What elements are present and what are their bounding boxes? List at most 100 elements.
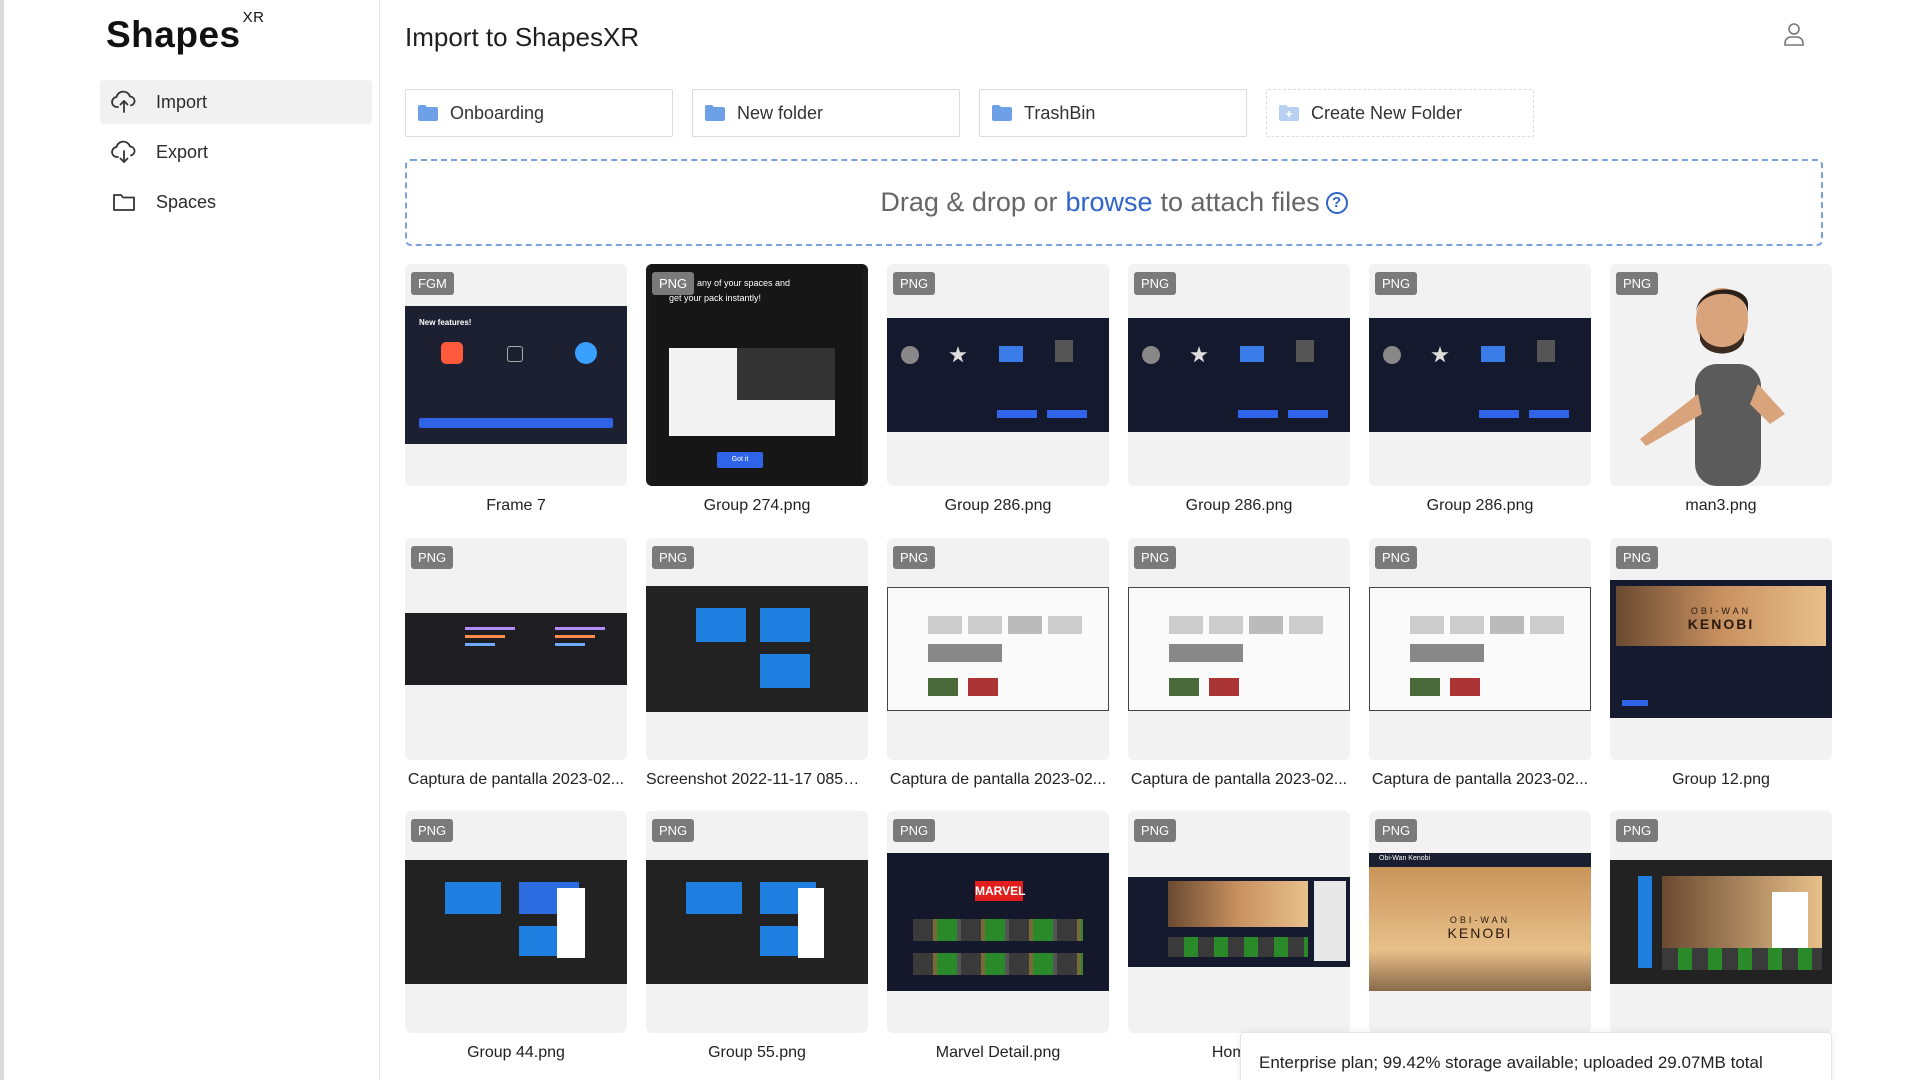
file-name: Captura de pantalla 2023-02... [889,771,1107,788]
file-thumbnail: FGM New features! [405,264,627,486]
create-new-folder-button[interactable]: Create New Folder [1266,89,1534,137]
file-name: Group 274.png [703,497,811,514]
folder-label: New folder [737,102,824,123]
file-type-badge: PNG [411,819,454,842]
file-thumbnail: PNG [1610,264,1832,486]
file-type-badge: PNG [1134,819,1177,842]
folder-plus-icon [1279,105,1299,121]
sidebar: Shapes XR Import Export Spaces [0,0,380,1080]
thumbnail-image: OBI-WAN KENOBI [1610,580,1832,718]
folder-trashbin[interactable]: TrashBin [979,89,1247,137]
thumbnail-text: Obi-Wan Kenobi [1379,855,1431,862]
file-card[interactable]: PNG any of your spaces and get your pack… [646,264,870,515]
folder-onboarding[interactable]: Onboarding [405,89,673,137]
folder-icon [992,105,1012,121]
file-card[interactable]: PNG Captura de pantalla 2023-02... [1369,538,1593,789]
file-type-badge: PNG [893,546,936,569]
file-name: Group 286.png [1426,497,1534,514]
cloud-download-icon [110,138,138,166]
user-icon[interactable] [1780,20,1808,48]
file-card[interactable]: PNG man3.png [1610,264,1834,515]
sidebar-item-label: Export [156,141,209,162]
file-name: Captura de pantalla 2023-02... [407,771,625,788]
file-thumbnail: PNG [1610,811,1832,1033]
app-logo[interactable]: Shapes XR [106,9,264,56]
file-card[interactable]: PNG Group 286.png [887,264,1111,515]
file-card[interactable]: PNG Captura de pantalla 2023-02... [405,538,629,789]
thumbnail-image: Obi-Wan Kenobi OBI-WAN KENOBI [1369,853,1591,991]
file-card[interactable]: PNG Group 55.png [646,811,870,1062]
browse-link[interactable]: browse [1065,187,1152,218]
file-card[interactable]: FGM New features! Frame 7 [405,264,629,515]
file-card[interactable]: PNG Captura de pantalla 2023-02... [1128,538,1352,789]
logo-text: Shapes [106,14,241,55]
file-thumbnail: PNG [1128,264,1350,486]
file-thumbnail: PNG [405,538,627,760]
sidebar-item-export[interactable]: Export [100,130,372,174]
file-name: Captura de pantalla 2023-02... [1130,771,1348,788]
file-thumbnail: PNG [1128,538,1350,760]
file-name: Group 44.png [467,1044,565,1061]
cloud-upload-icon [110,88,138,116]
file-card[interactable]: PNG Group 44.png [405,811,629,1062]
folder-icon [705,105,725,121]
folder-new-folder[interactable]: New folder [692,89,960,137]
thumbnail-image [887,587,1109,711]
file-type-badge: PNG [1375,272,1418,295]
file-card[interactable]: PNG OBI-WAN KENOBI Group 12.png [1610,538,1834,789]
file-card[interactable]: PNG Captura de pantalla 2023-02... [887,538,1111,789]
file-card[interactable]: PNG [1610,811,1834,1044]
thumbnail-image: New features! [405,306,627,444]
file-thumbnail: PNG [1128,811,1350,1033]
file-type-badge: PNG [652,819,695,842]
dropzone-text: Drag & drop or [880,187,1058,217]
thumbnail-image [405,860,627,984]
file-card[interactable]: PNG MARVEL Marvel Detail.png [887,811,1111,1062]
file-type-badge: PNG [652,272,695,295]
file-card[interactable]: PNG Obi-Wan Kenobi OBI-WAN KENOBI [1369,811,1593,1044]
file-type-badge: PNG [411,546,454,569]
file-type-badge: PNG [1616,546,1659,569]
file-type-badge: PNG [893,272,936,295]
thumbnail-text: Got it [717,452,763,468]
thumbnail-image [1128,587,1350,711]
file-thumbnail: PNG [1369,538,1591,760]
sidebar-item-label: Import [156,91,208,112]
folder-bar: Onboarding New folder TrashBin Create Ne… [405,89,1534,137]
file-card[interactable]: PNG Homevi [1128,811,1352,1062]
thumbnail-image: MARVEL [887,853,1109,991]
file-thumbnail: PNG [646,538,868,760]
thumbnail-image [887,318,1109,432]
app-root: Shapes XR Import Export Spaces Import to… [0,0,1920,1080]
file-dropzone[interactable]: Drag & drop or browse to attach files ? [405,159,1823,246]
sidebar-item-import[interactable]: Import [100,80,372,124]
thumbnail-image [646,586,868,712]
sidebar-item-spaces[interactable]: Spaces [100,180,372,224]
thumbnail-image [405,613,627,685]
file-thumbnail: PNG any of your spaces and get your pack… [646,264,868,486]
folder-label: Create New Folder [1311,102,1463,123]
file-card[interactable]: PNG Screenshot 2022-11-17 08514... [646,538,870,789]
sidebar-nav: Import Export Spaces [100,80,372,230]
thumbnail-text: any of your spaces and [697,278,791,288]
file-name: man3.png [1685,497,1757,514]
file-name: Frame 7 [486,497,546,514]
thumbnail-image [1128,318,1350,432]
help-icon[interactable]: ? [1325,191,1348,214]
logo-superscript: XR [242,8,265,26]
file-name: Group 286.png [1185,497,1293,514]
thumbnail-image [1369,318,1591,432]
file-card[interactable]: PNG Group 286.png [1128,264,1352,515]
thumbnail-image [1128,877,1350,967]
storage-status-toast: Enterprise plan; 99.42% storage availabl… [1240,1032,1832,1080]
avatar-figure-image [1640,288,1785,486]
file-name: Group 55.png [708,1044,806,1061]
file-name: Captura de pantalla 2023-02... [1371,771,1589,788]
file-thumbnail: PNG [887,264,1109,486]
file-thumbnail: PNG Obi-Wan Kenobi OBI-WAN KENOBI [1369,811,1591,1033]
thumbnail-image [1610,860,1832,984]
storage-status-text: Enterprise plan; 99.42% storage availabl… [1259,1053,1763,1072]
file-type-badge: PNG [1375,819,1418,842]
file-card[interactable]: PNG Group 286.png [1369,264,1593,515]
file-name: Marvel Detail.png [935,1044,1061,1061]
